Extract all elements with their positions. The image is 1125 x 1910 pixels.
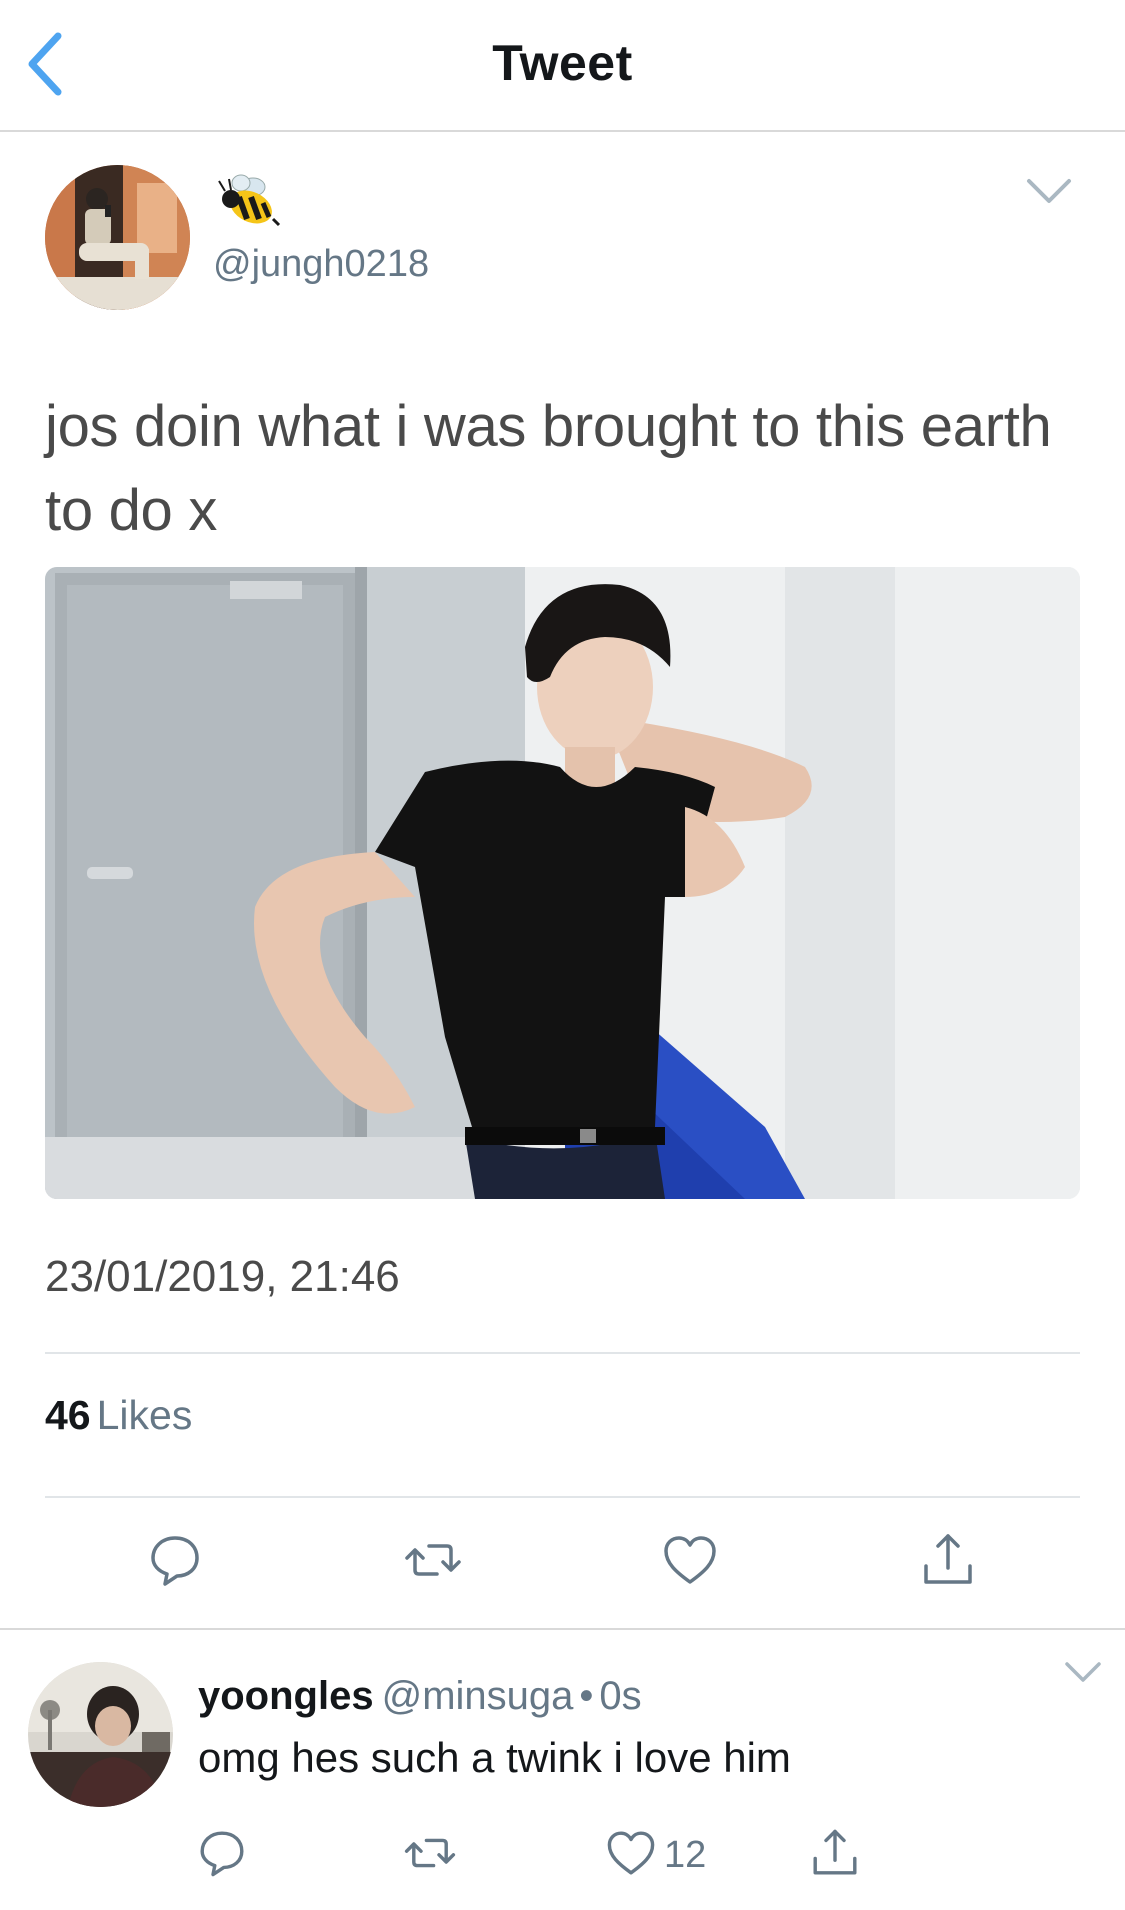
like-icon[interactable] [660, 1530, 720, 1590]
tweet-timestamp: 23/01/2019, 21:46 [45, 1252, 400, 1301]
reply-text: omg hes such a twink i love him [198, 1734, 791, 1781]
reply-like-count: 12 [664, 1834, 707, 1876]
tweet-author: @jungh0218 [45, 165, 1085, 315]
page-title: Tweet [492, 35, 633, 91]
retweet-icon[interactable] [403, 1826, 457, 1880]
reply-icon[interactable] [195, 1826, 249, 1880]
bee-icon [218, 174, 281, 227]
tweet-actions [0, 1530, 1125, 1600]
reply-avatar[interactable] [28, 1662, 173, 1807]
author-handle[interactable]: @jungh0218 [213, 243, 429, 286]
reply-name[interactable]: yoongles [198, 1674, 374, 1718]
reply-time: 0s [599, 1674, 642, 1718]
author-avatar[interactable] [45, 165, 190, 310]
tweet-photo[interactable] [45, 567, 1080, 1199]
separator-dot: • [579, 1674, 594, 1718]
chevron-down-icon[interactable] [1063, 1660, 1103, 1686]
chevron-down-icon[interactable] [1025, 177, 1073, 207]
reply-actions: 12 [0, 1826, 1125, 1886]
divider [45, 1352, 1080, 1354]
navigation-bar: Tweet [0, 0, 1125, 132]
reply-tweet[interactable]: yoongles @minsuga • 0s omg hes such a twink… [0, 1630, 1125, 1910]
tweet-text: jos doin what i was brought to this eart… [45, 394, 1052, 543]
reply-like-button[interactable]: 12 [604, 1826, 724, 1880]
likes-summary[interactable]: 46 Likes [45, 1392, 192, 1439]
likes-count: 46 [45, 1392, 91, 1438]
share-icon[interactable] [918, 1530, 978, 1590]
like-icon [607, 1831, 655, 1875]
retweet-icon[interactable] [403, 1530, 463, 1590]
divider [45, 1496, 1080, 1498]
share-icon[interactable] [808, 1826, 862, 1880]
reply-icon[interactable] [145, 1530, 205, 1590]
reply-handle[interactable]: @minsuga [382, 1674, 574, 1718]
reply-header: yoongles @minsuga • 0s [198, 1674, 642, 1719]
likes-label: Likes [96, 1392, 193, 1438]
